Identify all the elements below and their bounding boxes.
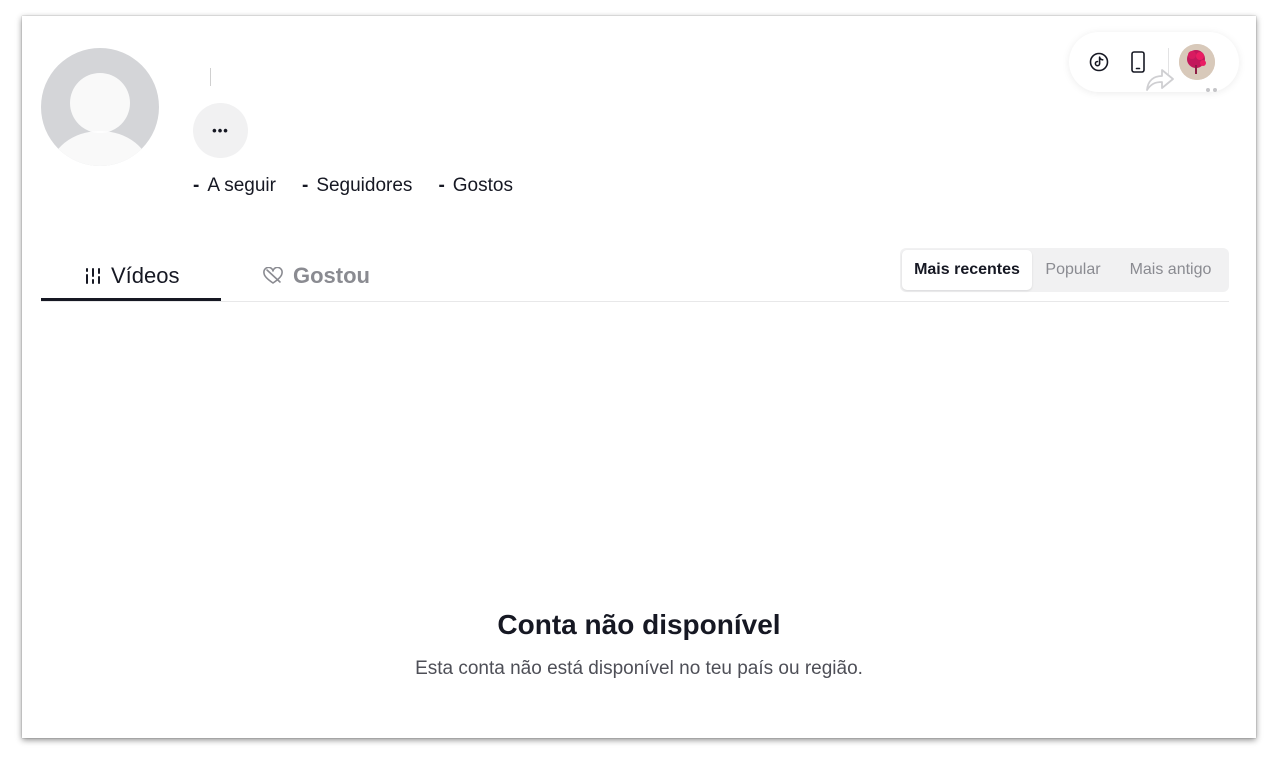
stat-followers[interactable]: - Seguidores	[302, 175, 412, 197]
sort-popular-button[interactable]: Popular	[1032, 250, 1114, 290]
stat-following-label: A seguir	[207, 175, 276, 196]
tiktok-logo-icon[interactable]	[1089, 52, 1109, 72]
phone-icon[interactable]	[1131, 51, 1145, 73]
profile-stats: - A seguir - Seguidores - Gostos	[193, 175, 513, 197]
tab-liked-label: Gostou	[293, 263, 370, 288]
user-menu-dots[interactable]	[1206, 88, 1217, 92]
profile-window: ••• - A seguir - Seguidores - Gostos Víd…	[22, 16, 1256, 738]
more-options-button[interactable]: •••	[193, 103, 248, 158]
user-avatar[interactable]	[1179, 44, 1215, 80]
default-avatar-icon	[50, 73, 150, 166]
tab-liked[interactable]: Gostou	[262, 252, 370, 300]
tab-videos[interactable]: Vídeos	[84, 252, 180, 300]
stat-followers-label: Seguidores	[316, 175, 413, 196]
profile-avatar	[41, 48, 159, 166]
more-label: •••	[212, 123, 229, 138]
empty-state-description: Esta conta não está disponível no teu pa…	[415, 658, 863, 679]
share-icon[interactable]	[1145, 65, 1175, 93]
videos-grid-icon	[86, 268, 100, 284]
sort-oldest-button[interactable]: Mais antigo	[1114, 250, 1227, 290]
stat-likes-value: -	[438, 175, 445, 196]
liked-heart-icon	[263, 267, 283, 284]
stat-followers-value: -	[301, 175, 309, 196]
tabs-divider	[41, 301, 1229, 302]
stat-following-value: -	[193, 175, 200, 196]
empty-state-title: Conta não disponível	[497, 609, 781, 640]
top-actions-pill	[1069, 32, 1239, 92]
username-placeholder	[210, 68, 211, 86]
stat-likes-label: Gostos	[452, 175, 513, 196]
sort-segmented-control: Mais recentes Popular Mais antigo	[900, 248, 1229, 292]
sort-most-recent-button[interactable]: Mais recentes	[902, 250, 1032, 290]
stat-following[interactable]: - A seguir	[193, 175, 276, 197]
user-avatar-image	[1179, 44, 1215, 80]
stat-likes[interactable]: - Gostos	[438, 175, 513, 197]
tab-videos-label: Vídeos	[111, 263, 180, 288]
